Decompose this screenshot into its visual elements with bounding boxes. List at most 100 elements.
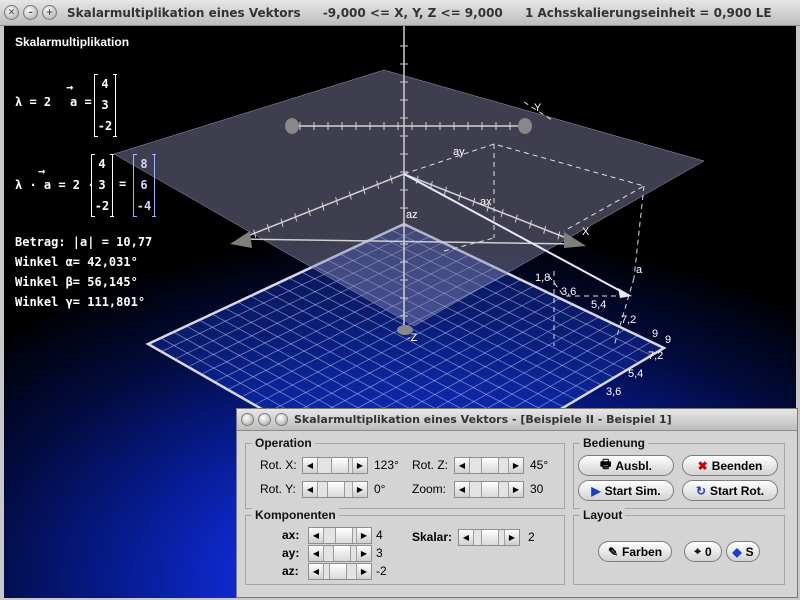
arrow-left-icon[interactable]: ◀ — [309, 528, 324, 543]
vector-arrow-icon-2: → — [38, 164, 46, 178]
crosshair-icon: ⌖ — [694, 544, 702, 558]
vector-a-head — [618, 288, 632, 298]
neg-z-label: -Z — [407, 332, 418, 344]
zoom-slider[interactable]: ◀ ▶ — [454, 481, 524, 498]
vector-a-y: 3 — [101, 98, 109, 112]
arrow-left-icon[interactable]: ◀ — [309, 546, 324, 561]
slider-thumb[interactable] — [333, 546, 351, 561]
main-titlebar[interactable]: ✕ – + Skalarmultiplikation eines Vektors… — [0, 0, 800, 26]
rot-z-value: 45° — [530, 458, 549, 472]
arrow-right-icon[interactable]: ▶ — [356, 528, 371, 543]
reset-origin-button[interactable]: ⌖ 0 — [684, 541, 722, 562]
arrow-left-icon[interactable]: ◀ — [303, 482, 318, 497]
minimize-icon[interactable] — [258, 413, 271, 426]
main-title: Skalarmultiplikation eines Vektors -9,00… — [67, 6, 790, 20]
reset-origin-label: 0 — [705, 544, 712, 559]
minimize-icon[interactable]: – — [23, 5, 38, 20]
vector-a2-z: -2 — [94, 199, 110, 213]
arrow-left-icon[interactable]: ◀ — [309, 564, 324, 579]
equals-sign: = — [119, 177, 127, 191]
grid-tick-3-6: 3,6 — [606, 386, 622, 398]
winkel-beta-text: Winkel β= 56,145° — [15, 275, 138, 289]
arrow-right-icon[interactable]: ▶ — [504, 530, 519, 545]
arrow-left-icon[interactable]: ◀ — [459, 530, 474, 545]
arrow-right-icon[interactable]: ▶ — [352, 458, 367, 473]
vector-a-x: 4 — [101, 77, 109, 91]
result-matrix: 8 6 -4 — [132, 154, 156, 217]
layout-title: Layout — [580, 508, 626, 522]
control-title: Skalarmultiplikation eines Vektors - [Be… — [294, 413, 672, 426]
save-icon: ◆ — [732, 544, 742, 559]
ay-slider[interactable]: ◀ ▶ — [308, 545, 372, 562]
start-sim-button[interactable]: ▶ Start Sim. — [578, 480, 674, 501]
slider-thumb[interactable] — [481, 458, 499, 473]
close-icon: ✖ — [697, 458, 708, 473]
ausblenden-button[interactable]: 🖶 Ausbl. — [578, 455, 674, 476]
y-neg-cap — [285, 118, 299, 134]
tick-3-6: 3,6 — [561, 286, 577, 298]
rotate-icon: ↻ — [695, 483, 707, 498]
rot-y-label: Rot. Y: — [260, 482, 296, 496]
ax-slider[interactable]: ◀ ▶ — [308, 527, 372, 544]
arrow-right-icon[interactable]: ▶ — [356, 546, 371, 561]
close-icon[interactable]: ✕ — [4, 5, 19, 20]
arrow-left-icon[interactable]: ◀ — [303, 458, 318, 473]
scene-heading: Skalarmultiplikation — [15, 35, 130, 49]
save-button[interactable]: ◆ S — [726, 541, 760, 562]
vector-a-matrix-2: 4 3 -2 — [90, 154, 114, 217]
winkel-alpha-text: Winkel α= 42,031° — [15, 255, 138, 269]
beenden-button[interactable]: ✖ Beenden — [682, 455, 778, 476]
tick-1-8: 1,8 — [535, 272, 551, 284]
slider-thumb[interactable] — [331, 458, 349, 473]
slider-thumb[interactable] — [481, 482, 499, 497]
printer-icon: 🖶 — [600, 457, 612, 471]
az-slider[interactable]: ◀ ▶ — [308, 563, 372, 580]
ax-label: ax: — [282, 528, 300, 542]
start-sim-label: Start Sim. — [604, 483, 661, 498]
zoom-value: 30 — [530, 482, 544, 496]
rot-x-value: 123° — [374, 458, 399, 472]
komponenten-title: Komponenten — [252, 508, 339, 522]
rot-z-slider[interactable]: ◀ ▶ — [454, 457, 524, 474]
skalar-value: 2 — [528, 530, 535, 544]
maximize-icon[interactable] — [275, 413, 288, 426]
tick-5-4: 5,4 — [591, 299, 607, 311]
skalar-slider[interactable]: ◀ ▶ — [458, 529, 520, 546]
operation-group: Operation Rot. X: ◀ ▶ 123° Rot. Z: ◀ ▶ 45°… — [245, 436, 565, 509]
arrow-right-icon[interactable]: ▶ — [356, 564, 371, 579]
result-y: 6 — [140, 178, 148, 192]
ay-label: ay: — [282, 546, 300, 560]
vector-arrow-icon: → — [66, 80, 74, 94]
a-label: a = — [70, 95, 92, 109]
layout-group: Layout ✎ Farben ⌖ 0 ◆ S — [573, 508, 785, 585]
arrow-left-icon[interactable]: ◀ — [455, 458, 470, 473]
arrow-right-icon[interactable]: ▶ — [352, 482, 367, 497]
vector-a2-y: 3 — [98, 178, 106, 192]
close-icon[interactable] — [241, 413, 254, 426]
slider-thumb[interactable] — [329, 564, 347, 579]
result-x: 8 — [140, 157, 148, 171]
farben-button[interactable]: ✎ Farben — [598, 541, 672, 562]
start-rot-button[interactable]: ↻ Start Rot. — [682, 480, 778, 501]
rot-x-slider[interactable]: ◀ ▶ — [302, 457, 368, 474]
slider-thumb[interactable] — [481, 530, 499, 545]
operation-title: Operation — [252, 436, 315, 450]
slider-thumb[interactable] — [335, 528, 353, 543]
ay-value: 3 — [376, 546, 383, 560]
lambda-label: λ = 2 — [15, 95, 52, 109]
arrow-right-icon[interactable]: ▶ — [508, 482, 523, 497]
paint-brush-icon: ✎ — [607, 544, 619, 559]
x-axis-label: X — [582, 226, 590, 238]
rot-y-slider[interactable]: ◀ ▶ — [302, 481, 368, 498]
maximize-icon[interactable]: + — [42, 5, 57, 20]
ay-label: ay — [453, 146, 465, 158]
arrow-left-icon[interactable]: ◀ — [455, 482, 470, 497]
tick-9: 9 — [652, 328, 659, 340]
vector-a-label: a — [636, 264, 643, 276]
betrag-text: Betrag: |a| = 10,77 — [15, 235, 153, 249]
main-title-range: -9,000 <= X, Y, Z <= 9,000 — [322, 5, 503, 20]
slider-thumb[interactable] — [327, 482, 345, 497]
az-label: az — [406, 209, 418, 221]
arrow-right-icon[interactable]: ▶ — [508, 458, 523, 473]
control-titlebar[interactable]: Skalarmultiplikation eines Vektors - [Be… — [237, 409, 797, 431]
